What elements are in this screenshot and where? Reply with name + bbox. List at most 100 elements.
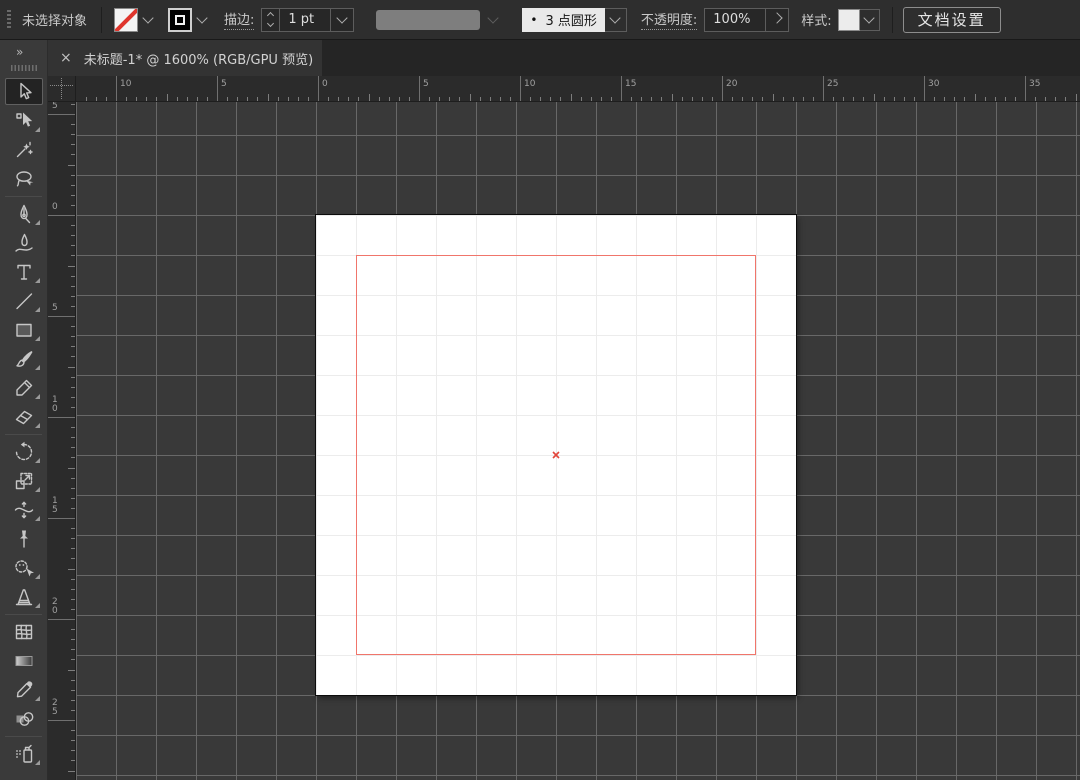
direct-selection-tool-icon[interactable] — [5, 107, 43, 134]
document-tab[interactable]: × 未标题-1* @ 1600% (RGB/GPU 预览) — [48, 40, 322, 76]
ruler-tick — [48, 316, 75, 317]
style-swatch[interactable] — [837, 8, 860, 31]
scale-tool[interactable] — [0, 467, 47, 496]
eraser-tool-icon[interactable] — [5, 403, 43, 430]
illustrator-window: 未选择对象 描边: 1 pt • 3 点圆形 不透明度: 100% 样式: 文档… — [0, 0, 1080, 780]
width-tool[interactable] — [0, 496, 47, 525]
ruler-tick — [71, 275, 75, 277]
horizontal-ruler[interactable]: 10 5 0 5 10 15 20 25 30 35 — [76, 76, 1080, 102]
ruler-tick — [671, 94, 673, 101]
eyedropper-tool[interactable] — [0, 676, 47, 705]
document-setup-button[interactable]: 文档设置 — [902, 6, 1001, 33]
chevron-down-icon — [609, 12, 622, 24]
line-segment-tool[interactable] — [0, 287, 47, 316]
symbol-sprayer-tool-icon[interactable] — [5, 740, 43, 767]
opacity-panel-link[interactable]: 不透明度: — [640, 9, 698, 30]
blend-tool-icon[interactable] — [5, 705, 43, 732]
shaper-tool[interactable] — [0, 374, 47, 403]
stroke-weight-stepper[interactable] — [262, 8, 281, 31]
ruler-tick — [68, 770, 75, 772]
selection-tool[interactable] — [0, 78, 47, 107]
perspective-grid-tool-icon[interactable] — [5, 583, 43, 610]
ruler-label: 2 5 — [52, 698, 58, 717]
close-tab-icon[interactable]: × — [60, 50, 72, 66]
ruler-label: 10 — [120, 79, 132, 89]
tools-panel-gripper[interactable] — [10, 65, 37, 71]
direct-selection-tool[interactable] — [0, 107, 47, 136]
type-tool[interactable] — [0, 258, 47, 287]
canvas[interactable] — [76, 102, 1080, 780]
magic-wand-tool-icon[interactable] — [5, 136, 43, 163]
stepper-down-icon[interactable] — [267, 19, 275, 28]
line-segment-tool-icon[interactable] — [5, 287, 43, 314]
type-tool-icon[interactable] — [5, 258, 43, 285]
ruler-tick — [68, 366, 75, 368]
puppet-warp-tool-icon[interactable] — [5, 525, 43, 552]
selection-tool-icon[interactable] — [4, 78, 43, 105]
perspective-grid-tool[interactable] — [0, 583, 47, 612]
puppet-warp-tool[interactable] — [0, 525, 47, 554]
opacity-value[interactable]: 100% — [705, 12, 765, 27]
ruler-tick — [247, 97, 249, 101]
control-bar: 未选择对象 描边: 1 pt • 3 点圆形 不透明度: 100% 样式: 文档… — [0, 0, 1080, 40]
ruler-tick — [48, 619, 75, 620]
blend-tool[interactable] — [0, 705, 47, 734]
fill-dropdown-chevron-icon[interactable] — [142, 12, 154, 24]
ruler-tick — [71, 679, 75, 681]
ruler-tick — [71, 225, 75, 227]
fill-color-swatch[interactable] — [114, 7, 139, 32]
shaper-tool-icon[interactable] — [5, 374, 43, 401]
expand-panel-button[interactable]: » — [16, 45, 47, 59]
shape-builder-tool[interactable] — [0, 554, 47, 583]
pen-tool[interactable] — [0, 200, 47, 229]
gradient-tool[interactable] — [0, 647, 47, 676]
rectangle-tool-icon[interactable] — [5, 316, 43, 343]
magic-wand-tool[interactable] — [0, 136, 47, 165]
symbol-sprayer-tool[interactable] — [0, 740, 47, 769]
pen-tool-icon[interactable] — [5, 200, 43, 227]
stroke-dropdown-chevron-icon[interactable] — [196, 12, 208, 24]
ruler-tick — [68, 164, 75, 166]
ruler-tick — [964, 97, 966, 101]
scale-tool-icon[interactable] — [5, 467, 43, 494]
vertical-ruler[interactable]: 5 0 5 1 0 1 5 2 0 2 5 — [48, 102, 76, 780]
mesh-tool-icon[interactable] — [5, 618, 43, 645]
mesh-tool[interactable] — [0, 618, 47, 647]
ruler-tick — [71, 255, 75, 257]
stroke-weight-dropdown[interactable] — [330, 8, 353, 31]
eraser-tool[interactable] — [0, 403, 47, 432]
gradient-tool-icon[interactable] — [5, 647, 43, 674]
ruler-tick — [71, 629, 75, 631]
rectangle-tool[interactable] — [0, 316, 47, 345]
control-bar-gripper[interactable] — [7, 9, 11, 30]
stroke-color-swatch[interactable] — [168, 7, 193, 32]
style-dropdown[interactable] — [859, 8, 880, 31]
ruler-tick — [277, 97, 279, 101]
ruler-origin-corner[interactable] — [48, 76, 76, 102]
ruler-tick — [812, 97, 814, 101]
rotate-tool[interactable] — [0, 438, 47, 467]
curvature-tool[interactable] — [0, 229, 47, 258]
opacity-flyout-button[interactable] — [765, 8, 788, 31]
stepper-up-icon[interactable] — [267, 11, 275, 20]
lasso-tool[interactable] — [0, 165, 47, 194]
shape-builder-tool-icon[interactable] — [5, 554, 43, 581]
paintbrush-tool-icon[interactable] — [5, 345, 43, 372]
ruler-tick — [732, 97, 734, 101]
width-tool-icon[interactable] — [5, 496, 43, 523]
ruler-tick — [307, 97, 309, 101]
curvature-tool-icon[interactable] — [5, 229, 43, 256]
paintbrush-tool[interactable] — [0, 345, 47, 374]
brush-definition-dropdown[interactable] — [604, 7, 627, 32]
ruler-tick — [71, 659, 75, 661]
stroke-panel-link[interactable]: 描边: — [224, 9, 255, 30]
stroke-weight-value[interactable]: 1 pt — [280, 12, 330, 27]
ruler-label: 15 — [625, 79, 637, 89]
brush-definition-field[interactable]: • 3 点圆形 — [522, 7, 605, 32]
ruler-tick — [71, 154, 75, 156]
ruler-tick — [944, 97, 946, 101]
brush-definition-value: 3 点圆形 — [545, 14, 597, 29]
eyedropper-tool-icon[interactable] — [5, 676, 43, 703]
lasso-tool-icon[interactable] — [5, 165, 43, 192]
rotate-tool-icon[interactable] — [5, 438, 43, 465]
